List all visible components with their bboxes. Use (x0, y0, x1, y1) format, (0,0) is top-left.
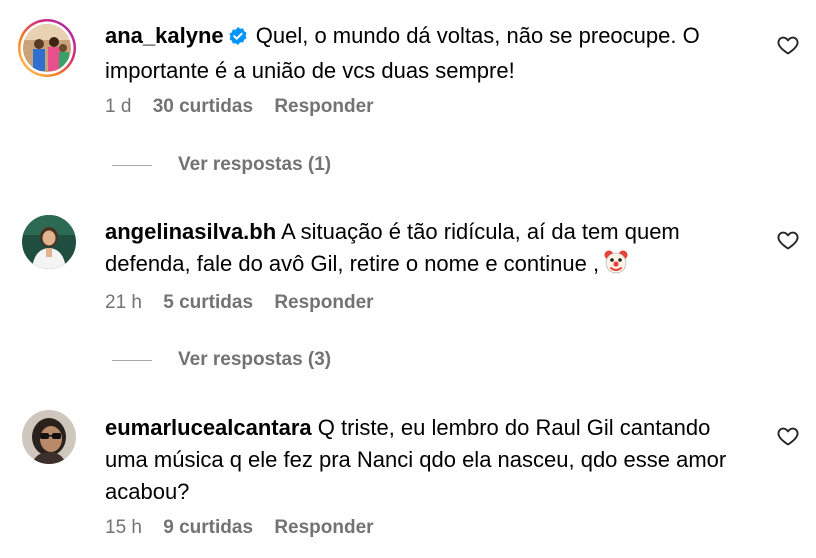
comment-text: ana_kalyne Quel, o mundo dá voltas, não … (105, 20, 745, 87)
likes-count[interactable]: 5 curtidas (163, 292, 253, 313)
like-heart-icon[interactable] (776, 33, 800, 57)
reply-button[interactable]: Responder (274, 517, 373, 538)
user-avatar-icon (22, 410, 76, 464)
comment-item: ana_kalyne Quel, o mundo dá voltas, não … (0, 0, 816, 190)
view-replies-button[interactable]: Ver respostas (3) (112, 348, 331, 372)
comment-meta: 15 h 9 curtidas Responder (105, 516, 390, 540)
comment-username[interactable]: eumarlucealcantara (105, 415, 312, 440)
like-heart-icon[interactable] (776, 228, 800, 252)
avatar[interactable] (17, 18, 77, 78)
avatar[interactable] (22, 215, 76, 269)
view-replies-label: Ver respostas (1) (178, 154, 332, 175)
comment-text: eumarlucealcantara Q triste, eu lembro d… (105, 412, 745, 508)
comment-time[interactable]: 15 h (105, 517, 142, 538)
comment-meta: 1 d 30 curtidas Responder (105, 95, 390, 119)
like-heart-icon[interactable] (776, 424, 800, 448)
avatar[interactable] (22, 410, 76, 464)
user-avatar-icon (22, 215, 76, 269)
comment-time[interactable]: 1 d (105, 96, 131, 117)
comment-item: angelinasilva.bh A situação é tão ridícu… (0, 190, 816, 390)
verified-badge-icon (228, 23, 248, 55)
likes-count[interactable]: 30 curtidas (153, 96, 253, 117)
reply-button[interactable]: Responder (274, 96, 373, 117)
clown-face-icon (603, 249, 629, 284)
reply-button[interactable]: Responder (274, 292, 373, 313)
comment-item: eumarlucealcantara Q triste, eu lembro d… (0, 390, 816, 558)
comment-text: angelinasilva.bh A situação é tão ridícu… (105, 216, 745, 284)
comment-time[interactable]: 21 h (105, 292, 142, 313)
replies-divider (112, 359, 152, 361)
comment-meta: 21 h 5 curtidas Responder (105, 291, 390, 315)
comment-username[interactable]: ana_kalyne (105, 23, 224, 48)
replies-divider (112, 164, 152, 166)
likes-count[interactable]: 9 curtidas (163, 517, 253, 538)
view-replies-button[interactable]: Ver respostas (1) (112, 153, 331, 177)
story-ring-avatar-icon (18, 19, 76, 77)
comment-username[interactable]: angelinasilva.bh (105, 219, 276, 244)
view-replies-label: Ver respostas (3) (178, 349, 332, 370)
